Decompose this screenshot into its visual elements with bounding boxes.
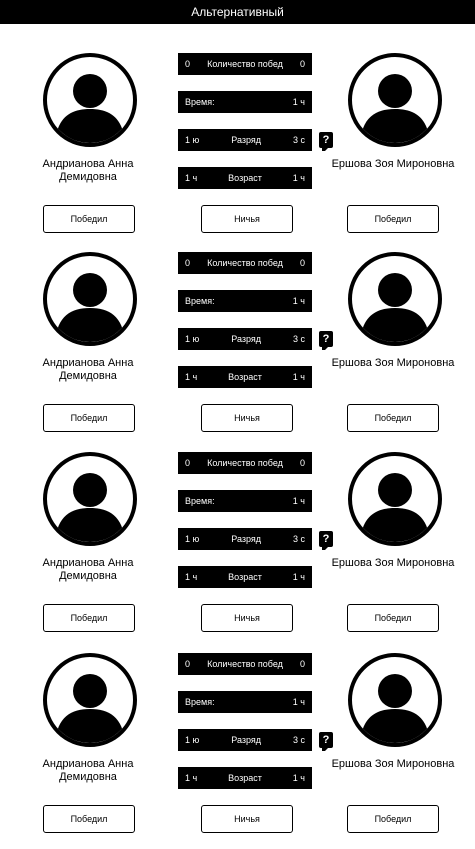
draw-button[interactable]: Ничья — [201, 805, 293, 833]
rank-bar: 1 ю Разряд 3 с — [178, 129, 312, 151]
age-label: Возраст — [228, 372, 262, 382]
left-won-button[interactable]: Победил — [43, 205, 135, 233]
age-left: 1 ч — [185, 773, 198, 783]
rank-right: 3 с — [292, 135, 305, 145]
time-label: Время: — [185, 296, 215, 306]
wins-right: 0 — [299, 458, 305, 468]
left-won-button[interactable]: Победил — [43, 604, 135, 632]
left-player-name: Андрианова Анна Демидовна — [42, 357, 134, 382]
wins-right: 0 — [299, 659, 305, 669]
age-right: 1 ч — [292, 572, 305, 582]
avatar-icon — [348, 452, 442, 546]
wins-label: Количество побед — [207, 59, 283, 69]
rank-bar: 1 ю Разряд 3 с — [178, 528, 312, 550]
age-bar: 1 ч Возраст 1 ч — [178, 566, 312, 588]
time-label: Время: — [185, 496, 215, 506]
wins-bar: 0 Количество побед 0 — [178, 252, 312, 274]
app-title-bar: Альтернативный — [0, 0, 475, 24]
age-label: Возраст — [228, 173, 262, 183]
rank-bar: 1 ю Разряд 3 с — [178, 328, 312, 350]
wins-label: Количество побед — [207, 659, 283, 669]
avatar-icon — [348, 653, 442, 747]
right-won-button[interactable]: Победил — [347, 604, 439, 632]
right-player-name: Ершова Зоя Мироновна — [331, 758, 455, 770]
avatar-icon — [348, 252, 442, 346]
rank-left: 1 ю — [185, 534, 200, 544]
match-card: Андрианова Анна Демидовна 0 Количество п… — [0, 649, 475, 849]
rank-left: 1 ю — [185, 334, 200, 344]
time-value: 1 ч — [292, 97, 305, 107]
rank-right: 3 с — [292, 534, 305, 544]
rank-label: Разряд — [231, 135, 261, 145]
left-player-name: Андрианова Анна Демидовна — [42, 758, 134, 783]
wins-label: Количество побед — [207, 458, 283, 468]
draw-button[interactable]: Ничья — [201, 404, 293, 432]
right-player-name: Ершова Зоя Мироновна — [331, 357, 455, 369]
right-player-name: Ершова Зоя Мироновна — [331, 158, 455, 170]
age-right: 1 ч — [292, 173, 305, 183]
rank-bar: 1 ю Разряд 3 с — [178, 729, 312, 751]
age-bar: 1 ч Возраст 1 ч — [178, 767, 312, 789]
left-player-name: Андрианова Анна Демидовна — [42, 158, 134, 183]
avatar-icon — [43, 452, 137, 546]
time-bar: Время: 1 ч — [178, 691, 312, 713]
avatar-icon — [43, 653, 137, 747]
avatar-icon — [43, 53, 137, 147]
draw-button[interactable]: Ничья — [201, 205, 293, 233]
time-bar: Время: 1 ч — [178, 91, 312, 113]
age-bar: 1 ч Возраст 1 ч — [178, 167, 312, 189]
wins-bar: 0 Количество побед 0 — [178, 452, 312, 474]
wins-bar: 0 Количество побед 0 — [178, 653, 312, 675]
help-icon[interactable]: ? — [319, 331, 333, 350]
left-won-button[interactable]: Победил — [43, 805, 135, 833]
age-left: 1 ч — [185, 372, 198, 382]
draw-button[interactable]: Ничья — [201, 604, 293, 632]
rank-left: 1 ю — [185, 735, 200, 745]
right-won-button[interactable]: Победил — [347, 205, 439, 233]
time-label: Время: — [185, 97, 215, 107]
avatar-icon — [348, 53, 442, 147]
avatar-icon — [43, 252, 137, 346]
app-title: Альтернативный — [191, 5, 284, 19]
match-card: Андрианова Анна Демидовна 0 Количество п… — [0, 248, 475, 448]
time-value: 1 ч — [292, 496, 305, 506]
wins-right: 0 — [299, 59, 305, 69]
wins-right: 0 — [299, 258, 305, 268]
right-player-name: Ершова Зоя Мироновна — [331, 557, 455, 569]
rank-left: 1 ю — [185, 135, 200, 145]
age-left: 1 ч — [185, 572, 198, 582]
match-card: Андрианова Анна Демидовна 0 Количество п… — [0, 49, 475, 249]
right-won-button[interactable]: Победил — [347, 404, 439, 432]
time-label: Время: — [185, 697, 215, 707]
left-won-button[interactable]: Победил — [43, 404, 135, 432]
time-value: 1 ч — [292, 296, 305, 306]
rank-right: 3 с — [292, 334, 305, 344]
rank-label: Разряд — [231, 735, 261, 745]
rank-label: Разряд — [231, 334, 261, 344]
age-bar: 1 ч Возраст 1 ч — [178, 366, 312, 388]
help-icon[interactable]: ? — [319, 732, 333, 751]
wins-label: Количество побед — [207, 258, 283, 268]
time-bar: Время: 1 ч — [178, 490, 312, 512]
right-won-button[interactable]: Победил — [347, 805, 439, 833]
age-label: Возраст — [228, 572, 262, 582]
time-value: 1 ч — [292, 697, 305, 707]
age-label: Возраст — [228, 773, 262, 783]
age-left: 1 ч — [185, 173, 198, 183]
left-player-name: Андрианова Анна Демидовна — [42, 557, 134, 582]
wins-bar: 0 Количество побед 0 — [178, 53, 312, 75]
rank-label: Разряд — [231, 534, 261, 544]
help-icon[interactable]: ? — [319, 132, 333, 151]
help-icon[interactable]: ? — [319, 531, 333, 550]
age-right: 1 ч — [292, 773, 305, 783]
rank-right: 3 с — [292, 735, 305, 745]
match-card: Андрианова Анна Демидовна 0 Количество п… — [0, 448, 475, 648]
time-bar: Время: 1 ч — [178, 290, 312, 312]
age-right: 1 ч — [292, 372, 305, 382]
